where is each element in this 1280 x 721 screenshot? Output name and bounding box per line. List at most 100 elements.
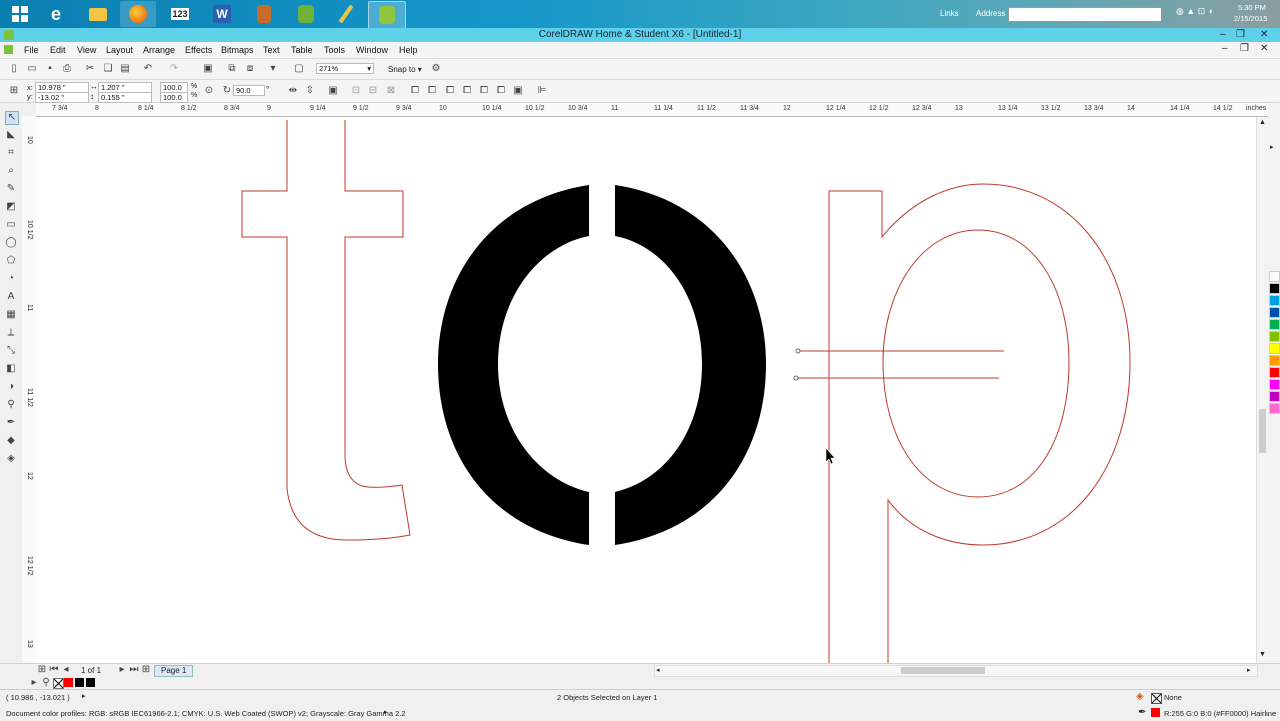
color-profiles-icon[interactable]: ▸ <box>384 708 388 716</box>
app-icon[interactable] <box>246 1 282 27</box>
weld-icon[interactable]: ⧠ <box>409 85 421 97</box>
back-minus-front-icon[interactable]: ⧠ <box>495 85 507 97</box>
application-launcher-icon[interactable]: ▾ <box>267 63 279 75</box>
coreldraw-icon[interactable] <box>368 1 406 29</box>
menu-arrange[interactable]: Arrange <box>143 45 175 55</box>
cut-icon[interactable]: ✂ <box>84 63 96 75</box>
scroll-down-icon[interactable]: ▼ <box>1259 651 1266 658</box>
menu-edit[interactable]: Edit <box>50 45 66 55</box>
document-icon[interactable] <box>4 45 13 54</box>
add-page-icon[interactable]: ⊞ <box>36 664 48 676</box>
basic-shapes-icon[interactable]: ◔ <box>5 273 17 285</box>
pen-tool-icon[interactable] <box>328 1 364 27</box>
ungroup-all-icon[interactable]: ⊟ <box>367 85 379 97</box>
object-origin-icon[interactable]: ⊞ <box>8 85 20 97</box>
drawing-canvas[interactable] <box>36 117 1256 663</box>
rotation-field[interactable]: 90.0 <box>233 85 265 96</box>
ungroup-icon[interactable]: ⊡ <box>350 85 362 97</box>
trim-icon[interactable]: ⧠ <box>426 85 438 97</box>
full-screen-icon[interactable]: ▢ <box>293 63 305 75</box>
shape-tool-icon[interactable]: ◣ <box>5 129 17 141</box>
dimension-tool-icon[interactable]: ⟂ <box>5 327 17 339</box>
table-tool-icon[interactable]: ▦ <box>5 309 17 321</box>
palette-swatch[interactable] <box>1269 355 1280 366</box>
smart-fill-icon[interactable]: ◩ <box>5 201 17 213</box>
eyedropper-palette-icon[interactable]: ⚲ <box>40 677 52 689</box>
snap-to-dropdown[interactable]: Snap to ▾ <box>388 65 422 74</box>
publish-pdf-icon[interactable]: ⧈ <box>244 63 256 75</box>
redo-icon[interactable]: ↷ <box>168 63 180 75</box>
menu-window[interactable]: Window <box>356 45 388 55</box>
menu-bitmaps[interactable]: Bitmaps <box>221 45 254 55</box>
letter-o-left-half[interactable] <box>438 185 589 545</box>
simplify-icon[interactable]: ⧠ <box>461 85 473 97</box>
connector-tool-icon[interactable]: ⤡ <box>5 345 17 357</box>
front-minus-back-icon[interactable]: ⧠ <box>478 85 490 97</box>
menu-text[interactable]: Text <box>263 45 280 55</box>
doc-swatch-black-2[interactable] <box>86 678 95 687</box>
eyedropper-icon[interactable]: ⚲ <box>5 399 17 411</box>
word-icon[interactable]: W <box>204 1 240 27</box>
scroll-up-icon[interactable]: ▲ <box>1259 119 1266 126</box>
color-profiles[interactable]: Document color profiles: RGB: sRGB IEC61… <box>6 709 406 718</box>
options-icon[interactable]: ⚙ <box>430 63 442 75</box>
pick-tool-icon[interactable]: ↖ <box>5 111 19 125</box>
create-boundary-icon[interactable]: ▣ <box>512 85 524 97</box>
fill-none-swatch[interactable] <box>1151 693 1162 704</box>
scale-y-field[interactable]: 100.0 <box>160 92 188 103</box>
open-icon[interactable]: ▭ <box>26 63 38 75</box>
add-page-after-icon[interactable]: ⊞ <box>140 664 152 676</box>
save-icon[interactable]: ▪ <box>44 63 56 75</box>
start-button[interactable] <box>2 1 38 27</box>
interactive-fill-icon[interactable]: ◈ <box>5 453 17 465</box>
undo-icon[interactable]: ↶ <box>142 63 154 75</box>
menu-view[interactable]: View <box>77 45 96 55</box>
palette-swatch[interactable] <box>1269 283 1280 294</box>
file-explorer-icon[interactable] <box>80 1 116 27</box>
combine-icon[interactable]: ⊠ <box>385 85 397 97</box>
menu-table[interactable]: Table <box>291 45 313 55</box>
restore-button[interactable]: ❐ <box>1236 28 1245 42</box>
import-icon[interactable]: ▣ <box>202 63 214 75</box>
prev-page-icon[interactable]: ◂ <box>60 664 72 676</box>
line-node-top[interactable] <box>795 348 801 354</box>
vertical-ruler[interactable]: 10 10 1/2 11 11 1/2 12 12 1/2 13 <box>22 116 37 663</box>
crop-tool-icon[interactable]: ⌗ <box>5 147 17 159</box>
palette-swatch[interactable] <box>1269 271 1280 282</box>
letter-t-outline[interactable] <box>241 120 411 541</box>
palette-swatch[interactable] <box>1269 403 1280 414</box>
palette-swatch[interactable] <box>1269 379 1280 390</box>
palette-menu-icon[interactable]: ▸ <box>28 677 40 689</box>
no-color-swatch[interactable] <box>53 678 64 689</box>
address-input[interactable] <box>1008 7 1162 22</box>
horizontal-scroll-thumb[interactable] <box>901 667 985 674</box>
polygon-tool-icon[interactable]: ⬠ <box>5 255 17 267</box>
height-field[interactable]: 0.155 " <box>98 92 152 103</box>
first-page-icon[interactable]: ⏮ <box>48 664 60 676</box>
clock-time[interactable]: 5:30 PM <box>1238 3 1266 12</box>
text-tool-icon[interactable]: A <box>5 291 17 303</box>
doc-close-button[interactable]: ✕ <box>1260 43 1268 54</box>
last-page-icon[interactable]: ⏭ <box>128 664 140 676</box>
next-page-icon[interactable]: ▸ <box>116 664 128 676</box>
fill-tool-icon[interactable]: ◆ <box>5 435 17 447</box>
outline-color-swatch[interactable] <box>1151 708 1160 717</box>
mirror-vertical-icon[interactable]: ⇳ <box>304 85 316 97</box>
rectangle-tool-icon[interactable]: ▭ <box>5 219 17 231</box>
drawing-artwork[interactable] <box>36 117 1256 663</box>
export-icon[interactable]: ⧉ <box>226 63 238 75</box>
group-icon[interactable]: ▣ <box>327 85 339 97</box>
line-node-bottom[interactable] <box>793 375 799 381</box>
letter-p-counter-outline[interactable] <box>882 229 1070 498</box>
zoom-select[interactable]: 271% ▾ <box>316 63 374 74</box>
internet-explorer-icon[interactable]: e <box>38 1 74 27</box>
doc-restore-button[interactable]: ❐ <box>1240 43 1249 54</box>
freehand-tool-icon[interactable]: ✎ <box>5 183 17 195</box>
palette-scroll-icon[interactable]: ▸ <box>1270 143 1274 151</box>
horizontal-scrollbar[interactable]: ◂ ▸ <box>654 665 1258 677</box>
palette-swatch[interactable] <box>1269 343 1280 354</box>
vertical-scroll-thumb[interactable] <box>1259 409 1266 453</box>
mirror-horizontal-icon[interactable]: ⇹ <box>287 85 299 97</box>
coords-menu-icon[interactable]: ▸ <box>82 692 86 700</box>
palette-swatch[interactable] <box>1269 307 1280 318</box>
